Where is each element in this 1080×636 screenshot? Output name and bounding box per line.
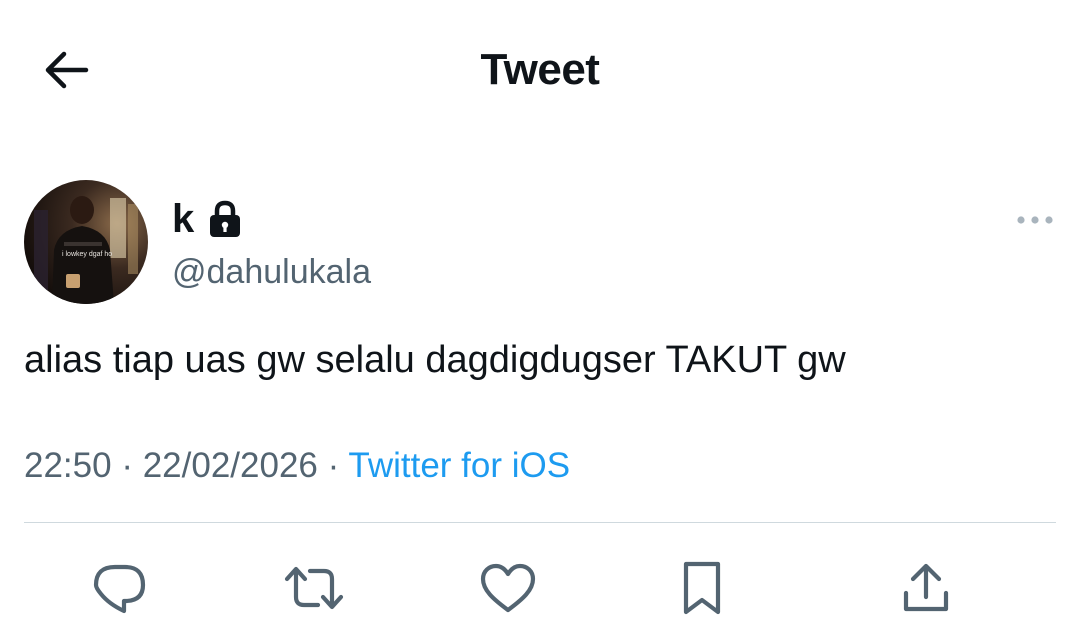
- avatar-caption: i lowkey dgaf ho: [62, 251, 112, 258]
- meta-separator: ·: [327, 446, 340, 485]
- meta-separator: ·: [121, 446, 133, 485]
- author-handle[interactable]: @dahulukala: [172, 252, 371, 292]
- heart-icon: [480, 563, 536, 613]
- header: Tweet: [0, 0, 1080, 140]
- retweet-icon: [284, 566, 344, 610]
- display-name-row: k: [172, 196, 242, 242]
- tweet-author: i lowkey dgaf ho k @dahulukala: [24, 180, 1056, 306]
- reply-icon: [93, 564, 146, 614]
- action-bar: [0, 556, 1080, 620]
- tweet-text: alias tiap uas gw selalu dagdigdugser TA…: [24, 339, 846, 381]
- share-button[interactable]: [894, 556, 958, 620]
- tweet-time: 22:50: [24, 446, 112, 485]
- like-button[interactable]: [476, 556, 540, 620]
- retweet-button[interactable]: [282, 556, 346, 620]
- reply-button[interactable]: [88, 556, 152, 620]
- lock-icon: [208, 199, 242, 239]
- tweet-source-link[interactable]: Twitter for iOS: [348, 446, 570, 485]
- bookmark-icon: [683, 561, 721, 615]
- avatar[interactable]: i lowkey dgaf ho: [24, 180, 148, 304]
- more-button[interactable]: [1016, 210, 1056, 230]
- divider: [24, 522, 1056, 523]
- tweet-meta: 22:50 · 22/02/2026 · Twitter for iOS: [24, 444, 570, 488]
- page-title: Tweet: [480, 45, 600, 94]
- tweet-date: 22/02/2026: [142, 446, 318, 485]
- display-name[interactable]: k: [172, 196, 194, 242]
- bookmark-button[interactable]: [670, 556, 734, 620]
- share-icon: [903, 563, 949, 612]
- more-horizontal-icon: [1017, 216, 1053, 224]
